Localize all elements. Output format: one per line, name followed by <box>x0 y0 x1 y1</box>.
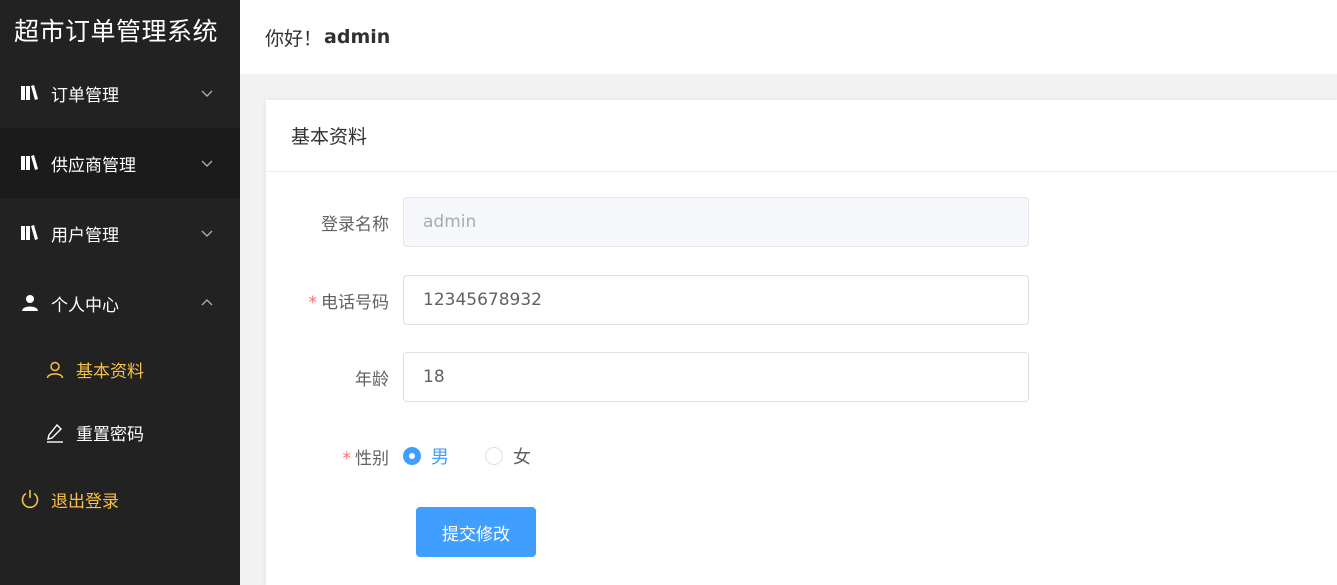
profile-card: 基本资料 登录名称 admin * 电话号码 12345678932 年龄 18 … <box>266 100 1337 585</box>
chevron-down-icon <box>200 225 214 239</box>
book-icon <box>20 153 40 173</box>
sidebar-item-label: 用户管理 <box>51 225 119 246</box>
phone-row: * 电话号码 12345678932 <box>266 275 1029 325</box>
radio-checked-icon <box>403 447 421 465</box>
greeting-text: 你好！ <box>265 27 323 50</box>
logout-button[interactable]: 退出登录 <box>0 464 240 534</box>
submit-button[interactable]: 提交修改 <box>416 507 536 557</box>
book-icon <box>20 83 40 103</box>
username: admin <box>324 26 391 48</box>
phone-label: * 电话号码 <box>308 292 390 313</box>
sidebar-subitem-label: 重置密码 <box>76 425 144 445</box>
sidebar-menu: 订单管理 供应商管理 用户管理 个人中心 基本资料 重置密码 退出登录 <box>0 58 240 534</box>
age-input[interactable]: 18 <box>403 352 1029 402</box>
book-icon <box>20 223 40 243</box>
logout-label: 退出登录 <box>51 491 119 512</box>
chevron-down-icon <box>200 85 214 99</box>
login-name-input[interactable]: admin <box>403 197 1029 247</box>
sidebar-item-label: 订单管理 <box>51 85 119 106</box>
sidebar-subitem-profile[interactable]: 基本资料 <box>0 338 240 401</box>
user-icon <box>20 293 40 313</box>
sidebar-item-label: 个人中心 <box>51 295 119 316</box>
power-icon <box>20 489 40 509</box>
login-name-label: 登录名称 <box>321 214 389 235</box>
login-name-row: 登录名称 admin <box>266 197 1029 247</box>
radio-label: 女 <box>513 447 531 468</box>
gender-row: * 性别 男 女 <box>266 443 567 469</box>
gender-label: * 性别 <box>342 448 390 469</box>
sidebar: 超市订单管理系统 订单管理 供应商管理 用户管理 个人中心 基本资料 重置密码 … <box>0 0 240 585</box>
user-outline-icon <box>45 360 65 380</box>
required-mark: * <box>308 292 318 313</box>
sidebar-subitem-label: 基本资料 <box>76 362 144 382</box>
sidebar-item-personal-center[interactable]: 个人中心 <box>0 268 240 338</box>
sidebar-item-users[interactable]: 用户管理 <box>0 198 240 268</box>
sidebar-item-orders[interactable]: 订单管理 <box>0 58 240 128</box>
age-row: 年龄 18 <box>266 352 1029 402</box>
gender-radio-male[interactable]: 男 <box>403 443 449 469</box>
required-mark: * <box>342 448 352 469</box>
top-header: 你好！ admin <box>240 0 1337 74</box>
chevron-down-icon <box>200 155 214 169</box>
sidebar-subitem-reset-password[interactable]: 重置密码 <box>0 401 240 464</box>
sidebar-item-label: 供应商管理 <box>51 155 136 176</box>
gender-radio-female[interactable]: 女 <box>485 443 531 469</box>
pen-icon <box>45 423 65 443</box>
radio-unchecked-icon <box>485 447 503 465</box>
radio-label: 男 <box>431 447 449 468</box>
chevron-up-icon <box>200 295 214 309</box>
card-title: 基本资料 <box>266 100 1337 172</box>
age-label: 年龄 <box>355 369 389 390</box>
phone-input[interactable]: 12345678932 <box>403 275 1029 325</box>
app-title: 超市订单管理系统 <box>14 17 219 46</box>
sidebar-item-suppliers[interactable]: 供应商管理 <box>0 128 240 198</box>
